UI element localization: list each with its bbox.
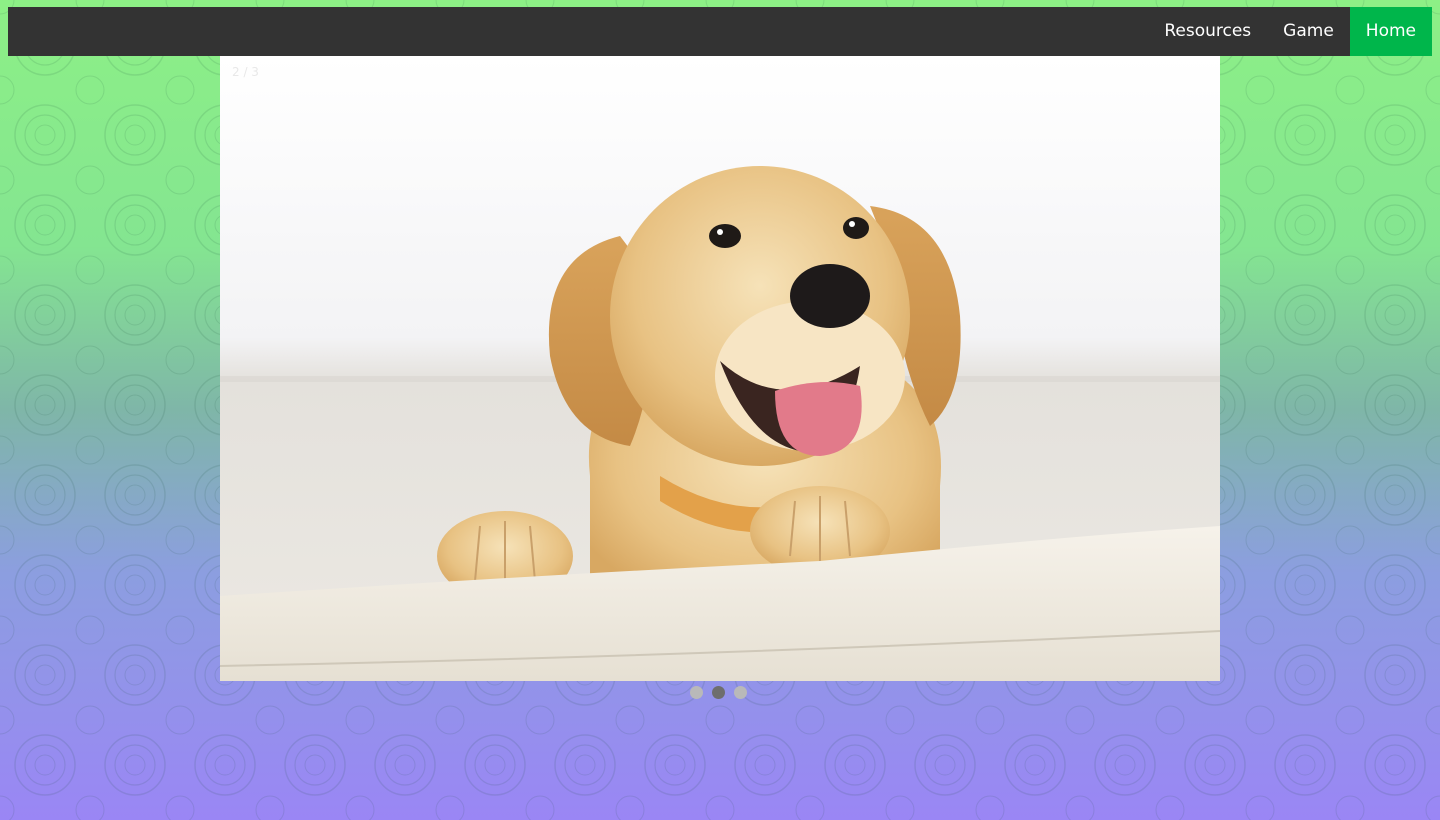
nav-link-game[interactable]: Game [1267,7,1350,56]
slide-dots [690,686,747,700]
slide-counter: 2 / 3 [232,65,259,79]
slide-dot-3[interactable] [734,686,747,699]
nav-link-home[interactable]: Home [1349,7,1432,56]
nav-item-home: Home [1349,7,1432,56]
slide-dot-1[interactable] [690,686,703,699]
slideshow[interactable]: 2 / 3 [220,56,1220,681]
top-navbar: Home Game Resources [8,7,1432,56]
nav-link-resources[interactable]: Resources [1148,7,1267,56]
slide-image-puppy [220,56,1220,681]
nav-list: Home Game Resources [1148,7,1432,56]
nav-item-resources: Resources [1148,7,1267,56]
nav-item-game: Game [1267,7,1350,56]
slide-dot-2[interactable] [712,686,725,699]
